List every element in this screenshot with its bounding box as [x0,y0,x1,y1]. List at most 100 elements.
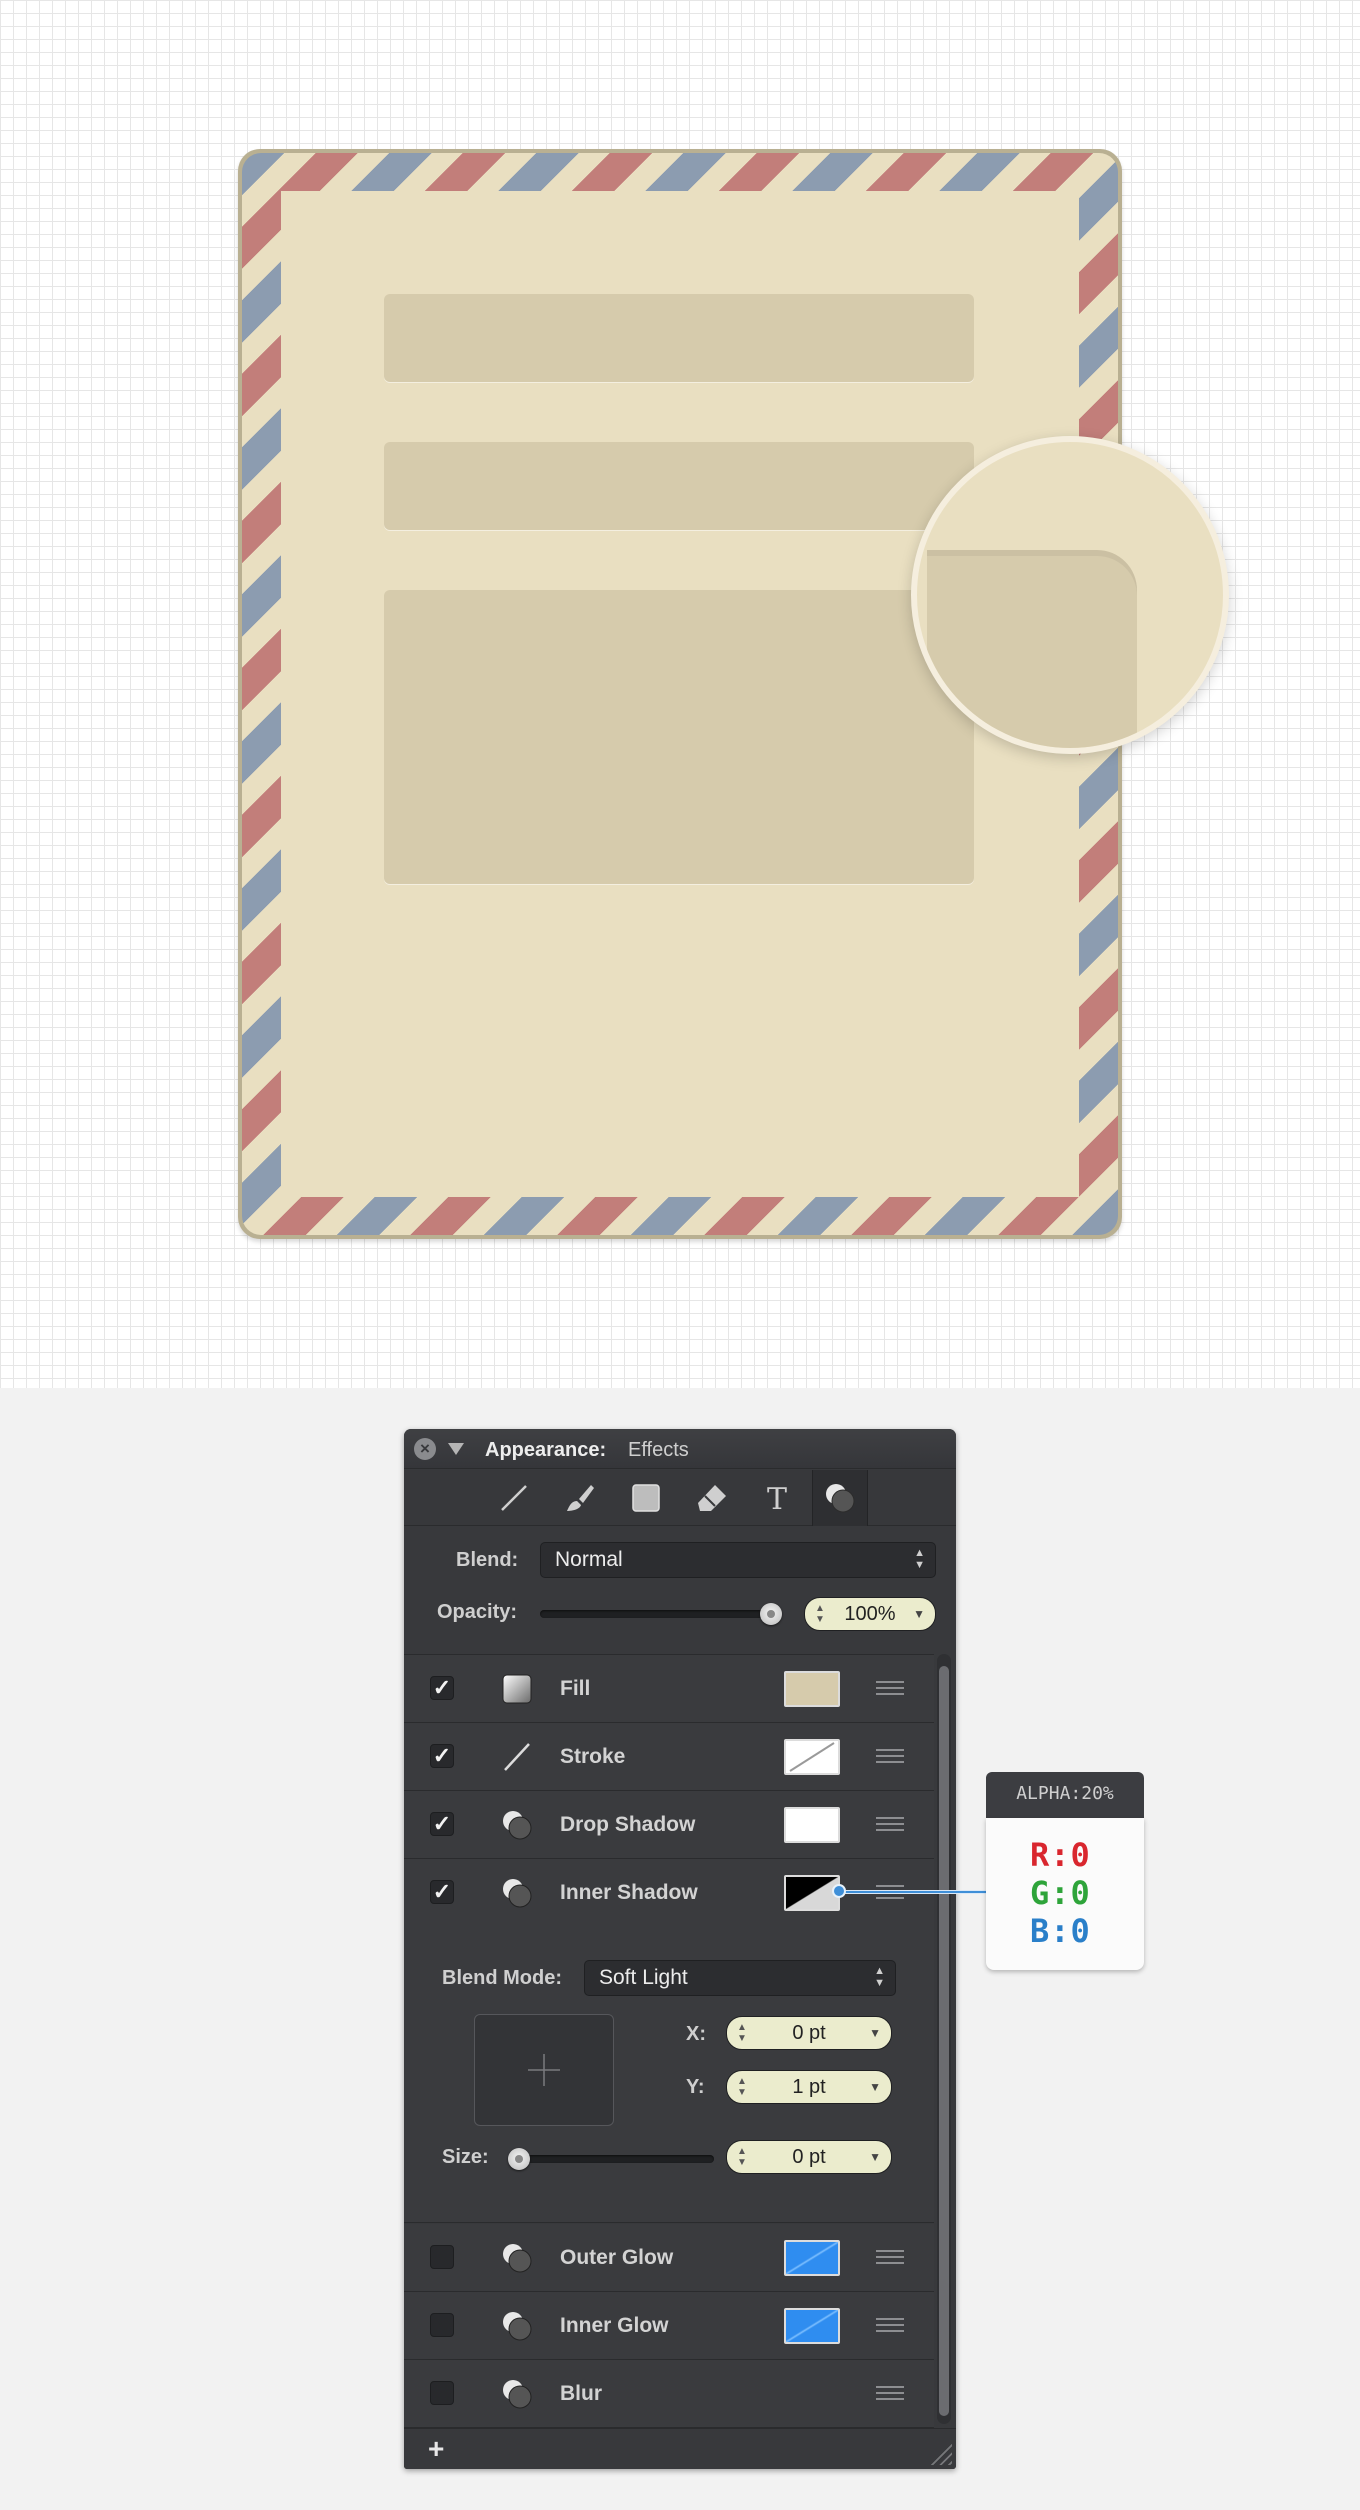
text-tool-icon[interactable]: T [757,1480,797,1516]
green-value: G:0 [1030,1874,1091,1912]
inner-shadow-label: Inner Shadow [560,1881,698,1904]
artboard-canvas [0,0,1360,1388]
drag-handle-icon[interactable] [876,1749,904,1765]
outer-glow-color-swatch[interactable] [784,2240,840,2276]
updown-arrows-icon: ▲ ▼ [914,1547,925,1571]
x-value: 0 pt [792,2022,826,2044]
panel-title: Appearance: [485,1439,607,1461]
chevron-down-icon: ▼ [869,2026,881,2040]
size-slider-knob[interactable] [508,2148,530,2170]
blend-dropdown[interactable]: Normal ▲ ▼ [540,1542,936,1578]
stepper-arrows-icon: ▲ ▼ [737,2022,747,2044]
fill-tool-icon[interactable] [626,1480,666,1516]
inner-shadow-icon [503,1879,532,1908]
x-stepper[interactable]: ▲ ▼ 0 pt ▼ [726,2016,892,2050]
outer-glow-checkbox[interactable] [430,2245,454,2269]
inner-glow-icon [503,2312,532,2341]
stroke-checkbox[interactable]: ✓ [430,1744,454,1768]
stroke-icon [504,1743,530,1771]
drag-handle-icon[interactable] [876,2386,904,2402]
address-field-1 [384,294,974,382]
inner-glow-checkbox[interactable] [430,2313,454,2337]
outer-glow-icon [503,2244,532,2273]
callout-connector-dot [832,1884,846,1898]
drop-shadow-label: Drop Shadow [560,1813,696,1836]
inner-shadow-options: Blend Mode: Soft Light ▲ ▼ X: ▲ ▼ 0 pt ▼ Y… [404,1926,934,2223]
opacity-stepper[interactable]: ▲ ▼ 100% ▼ [804,1597,936,1631]
eraser-tool-icon[interactable] [692,1480,732,1516]
blend-mode-value: Soft Light [599,1966,688,1989]
blend-mode-label: Blend Mode: [442,1967,562,1989]
opacity-value: 100% [844,1603,896,1625]
fill-icon [502,1674,532,1704]
size-stepper[interactable]: ▲ ▼ 0 pt ▼ [726,2140,892,2174]
blur-checkbox[interactable] [430,2381,454,2405]
blue-value: B:0 [1030,1912,1091,1950]
opacity-label: Opacity: [437,1601,518,1623]
close-icon[interactable]: × [414,1438,436,1460]
drop-shadow-checkbox[interactable]: ✓ [430,1812,454,1836]
effects-tool-icon[interactable] [812,1470,868,1526]
effect-row-inner-glow[interactable]: Inner Glow [404,2292,934,2360]
rgb-card: R:0 G:0 B:0 [986,1818,1144,1970]
color-callout: ALPHA:20% R:0 G:0 B:0 [986,1772,1144,1970]
magnified-field-corner [927,550,1137,748]
fill-label: Fill [560,1677,591,1700]
effect-row-fill[interactable]: ✓ Fill [404,1655,934,1723]
disclosure-triangle-icon[interactable] [448,1443,464,1455]
magnifier-loupe [911,436,1229,754]
stepper-arrows-icon: ▲ ▼ [737,2146,747,2168]
y-label: Y: [686,2076,705,2098]
fill-checkbox[interactable]: ✓ [430,1676,454,1700]
panel-header: × Appearance: Effects [404,1429,956,1469]
inner-glow-color-swatch[interactable] [784,2308,840,2344]
drop-shadow-icon [503,1811,532,1840]
address-field-2 [384,442,974,530]
alpha-tag: ALPHA:20% [986,1772,1144,1818]
svg-text:T: T [767,1482,787,1515]
fill-color-swatch[interactable] [784,1671,840,1707]
effect-row-outer-glow[interactable]: Outer Glow [404,2224,934,2292]
stroke-label: Stroke [560,1745,626,1768]
stroke-color-swatch[interactable] [784,1739,840,1775]
drag-handle-icon[interactable] [876,2318,904,2334]
chevron-down-icon: ▼ [869,2150,881,2164]
size-value: 0 pt [792,2146,826,2168]
drop-shadow-color-swatch[interactable] [784,1807,840,1843]
brush-tool-icon[interactable] [560,1480,600,1516]
effect-row-stroke[interactable]: ✓ Stroke [404,1723,934,1791]
opacity-slider[interactable] [540,1610,772,1618]
opacity-slider-knob[interactable] [760,1603,782,1625]
y-stepper[interactable]: ▲ ▼ 1 pt ▼ [726,2070,892,2104]
panel-subtitle: Effects [628,1439,689,1461]
chevron-down-icon: ▼ [869,2080,881,2094]
chevron-down-icon: ▼ [913,1607,925,1621]
drag-handle-icon[interactable] [876,1817,904,1833]
inner-shadow-checkbox[interactable]: ✓ [430,1880,454,1904]
inner-glow-label: Inner Glow [560,2314,669,2337]
effect-row-drop-shadow[interactable]: ✓ Drop Shadow [404,1791,934,1859]
appearance-panel: × Appearance: Effects T Blend: Normal ▲ ▼… [404,1429,956,2469]
size-label: Size: [442,2146,489,2168]
drag-handle-icon[interactable] [876,1681,904,1697]
y-value: 1 pt [792,2076,826,2098]
stroke-tool-icon[interactable] [494,1480,534,1516]
resize-grip-icon[interactable] [930,2443,952,2465]
scrollbar-thumb[interactable] [939,1666,949,2416]
size-slider[interactable] [510,2155,714,2163]
address-field-3 [384,590,974,884]
effect-row-blur[interactable]: Blur [404,2360,934,2428]
blend-mode-dropdown[interactable]: Soft Light ▲ ▼ [584,1960,896,1996]
shadow-offset-preview[interactable] [474,2014,614,2126]
drag-handle-icon[interactable] [876,2250,904,2266]
outer-glow-label: Outer Glow [560,2246,674,2269]
blur-label: Blur [560,2382,602,2405]
appearance-toolbar: T [404,1470,956,1526]
panel-scrollbar[interactable] [937,1654,951,2424]
blend-label: Blend: [456,1549,519,1571]
stepper-arrows-icon: ▲ ▼ [737,2076,747,2098]
panel-footer: + [404,2428,956,2469]
x-label: X: [686,2023,706,2045]
add-effect-button[interactable]: + [428,2433,444,2465]
red-value: R:0 [1030,1836,1091,1874]
